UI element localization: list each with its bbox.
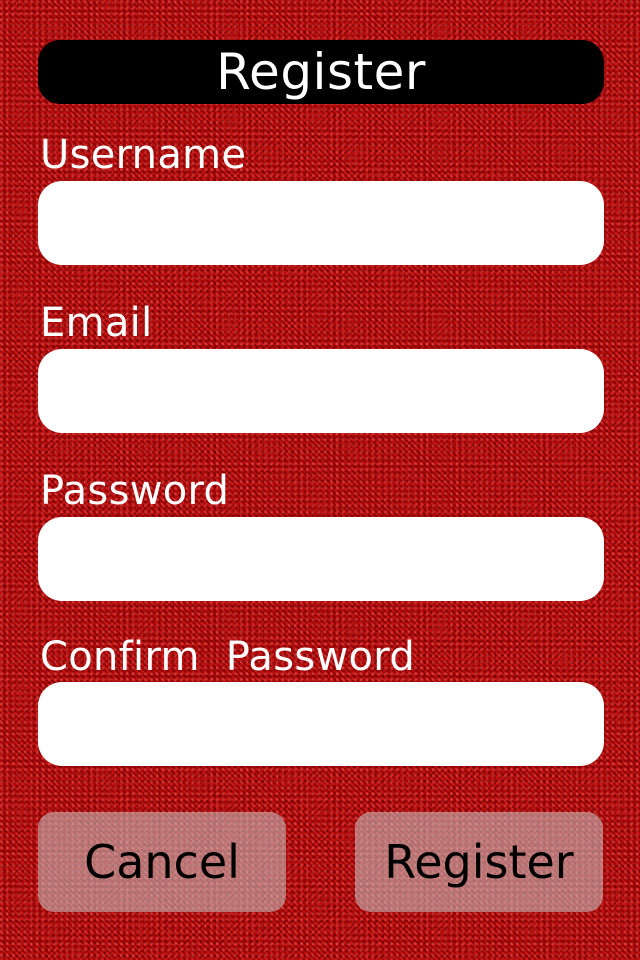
- confirm-password-field[interactable]: [38, 682, 604, 766]
- email-label: Email: [40, 300, 153, 346]
- page-title: Register: [216, 43, 426, 101]
- email-field[interactable]: [38, 349, 604, 433]
- cancel-button[interactable]: Cancel: [38, 812, 286, 912]
- password-field[interactable]: [38, 517, 604, 601]
- username-label: Username: [40, 132, 247, 178]
- register-button[interactable]: Register: [355, 812, 603, 912]
- confirm-password-label: Confirm Password: [40, 634, 416, 680]
- password-label: Password: [40, 468, 230, 514]
- username-field[interactable]: [38, 181, 604, 265]
- title-bar: Register: [38, 40, 604, 104]
